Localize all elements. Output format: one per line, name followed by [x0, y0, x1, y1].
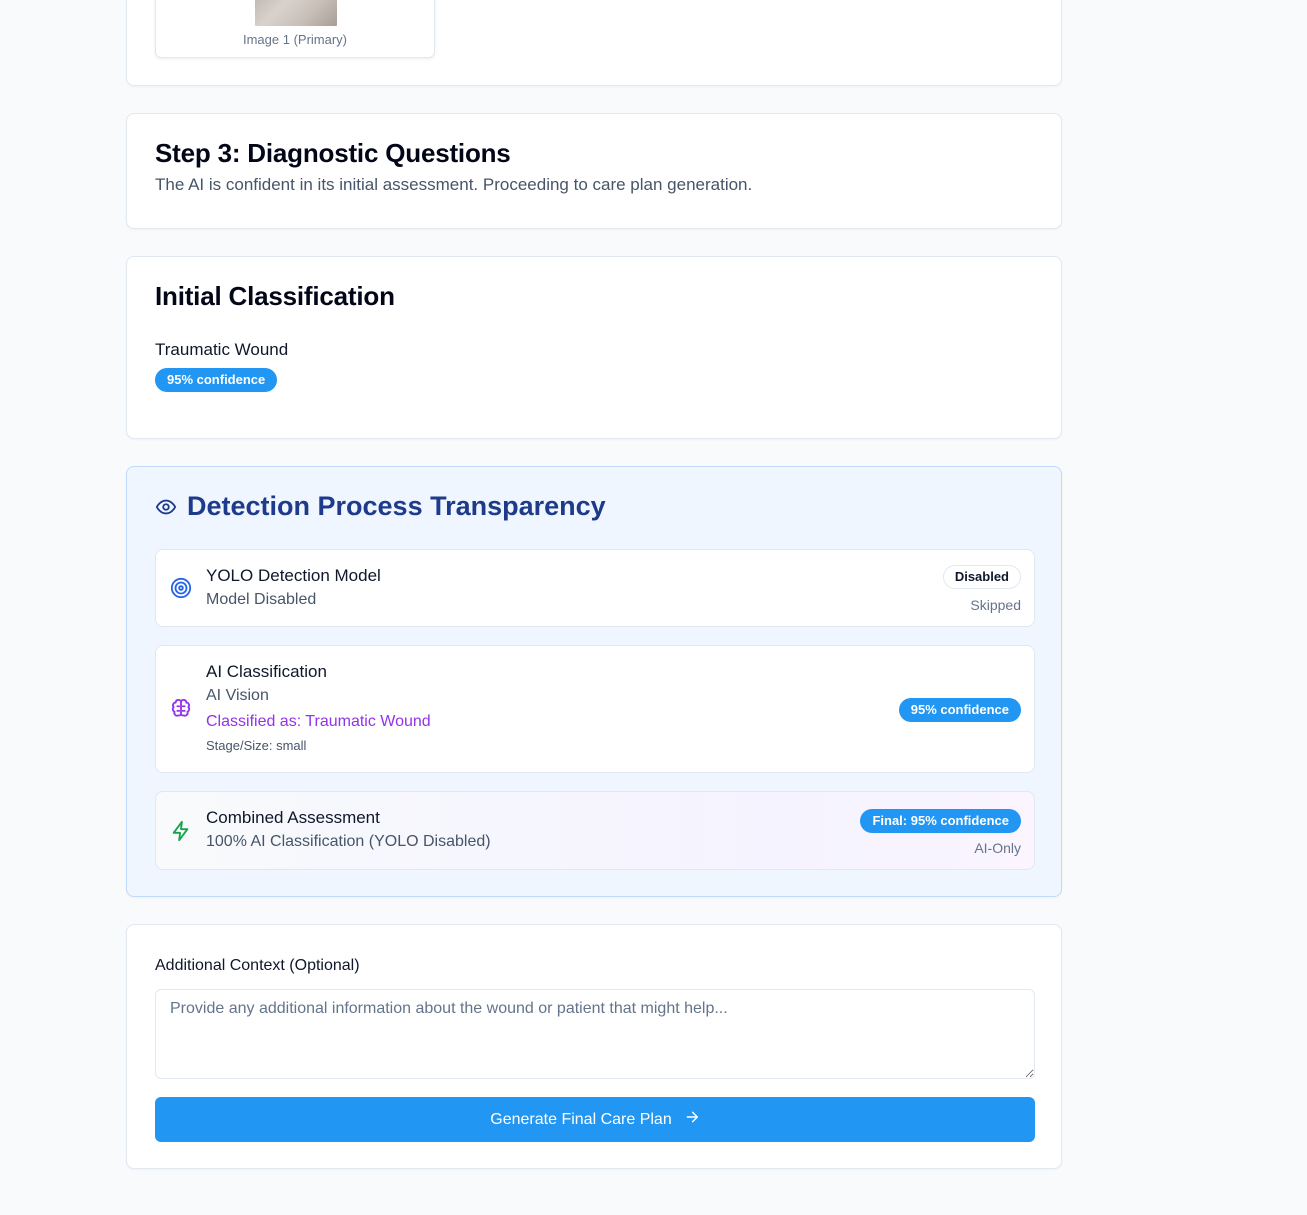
yolo-note: Skipped: [970, 597, 1021, 613]
target-icon: [170, 577, 192, 604]
ai-stage-size: Stage/Size: small: [206, 738, 307, 753]
confidence-badge: 95% confidence: [155, 368, 278, 392]
ai-subtitle: AI Vision: [206, 687, 269, 704]
step3-title: Step 3: Diagnostic Questions: [155, 138, 511, 168]
additional-context-card: Additional Context (Optional) Generate F…: [126, 924, 1062, 1169]
generate-care-plan-button[interactable]: Generate Final Care Plan: [155, 1097, 1035, 1142]
transparency-title: Detection Process Transparency: [187, 491, 606, 521]
brain-icon: [170, 698, 192, 725]
yolo-status-badge: Disabled: [942, 565, 1021, 589]
transparency-header: Detection Process Transparency: [155, 491, 1033, 522]
additional-context-textarea[interactable]: [155, 989, 1035, 1079]
ai-title: AI Classification: [206, 662, 327, 681]
initial-classification-card: Initial Classification Traumatic Wound 9…: [126, 256, 1062, 439]
generate-button-label: Generate Final Care Plan: [490, 1110, 672, 1128]
ai-confidence-badge: 95% confidence: [898, 698, 1021, 722]
additional-context-label: Additional Context (Optional): [155, 957, 360, 974]
classification-name: Traumatic Wound: [155, 340, 289, 359]
yolo-detection-step: YOLO Detection Model Model Disabled Disa…: [155, 549, 1035, 627]
uploaded-images-card: Image 1 (Primary): [126, 0, 1062, 86]
final-confidence-badge: Final: 95% confidence: [860, 809, 1021, 833]
eye-icon: [155, 496, 177, 518]
combined-assessment-step: Combined Assessment 100% AI Classificati…: [155, 791, 1035, 870]
image-caption: Image 1 (Primary): [242, 32, 348, 47]
combined-title: Combined Assessment: [206, 808, 380, 827]
lightning-icon: [170, 820, 192, 847]
ai-classified-as: Classified as: Traumatic Wound: [206, 713, 431, 730]
yolo-subtitle: Model Disabled: [206, 591, 317, 608]
image-thumbnail-card[interactable]: Image 1 (Primary): [155, 0, 435, 58]
diagnostic-questions-card: Step 3: Diagnostic Questions The AI is c…: [126, 113, 1062, 229]
detection-transparency-card: Detection Process Transparency YOLO Dete…: [126, 466, 1062, 897]
wound-image-thumbnail[interactable]: [255, 0, 337, 26]
step3-description: The AI is confident in its initial asses…: [155, 175, 753, 194]
ai-classification-step: AI Classification AI Vision Classified a…: [155, 645, 1035, 773]
combined-subtitle: 100% AI Classification (YOLO Disabled): [206, 833, 491, 850]
yolo-title: YOLO Detection Model: [206, 566, 381, 585]
arrow-right-icon: [684, 1109, 700, 1130]
initial-classification-title: Initial Classification: [155, 281, 395, 311]
combined-note: AI-Only: [974, 840, 1021, 856]
